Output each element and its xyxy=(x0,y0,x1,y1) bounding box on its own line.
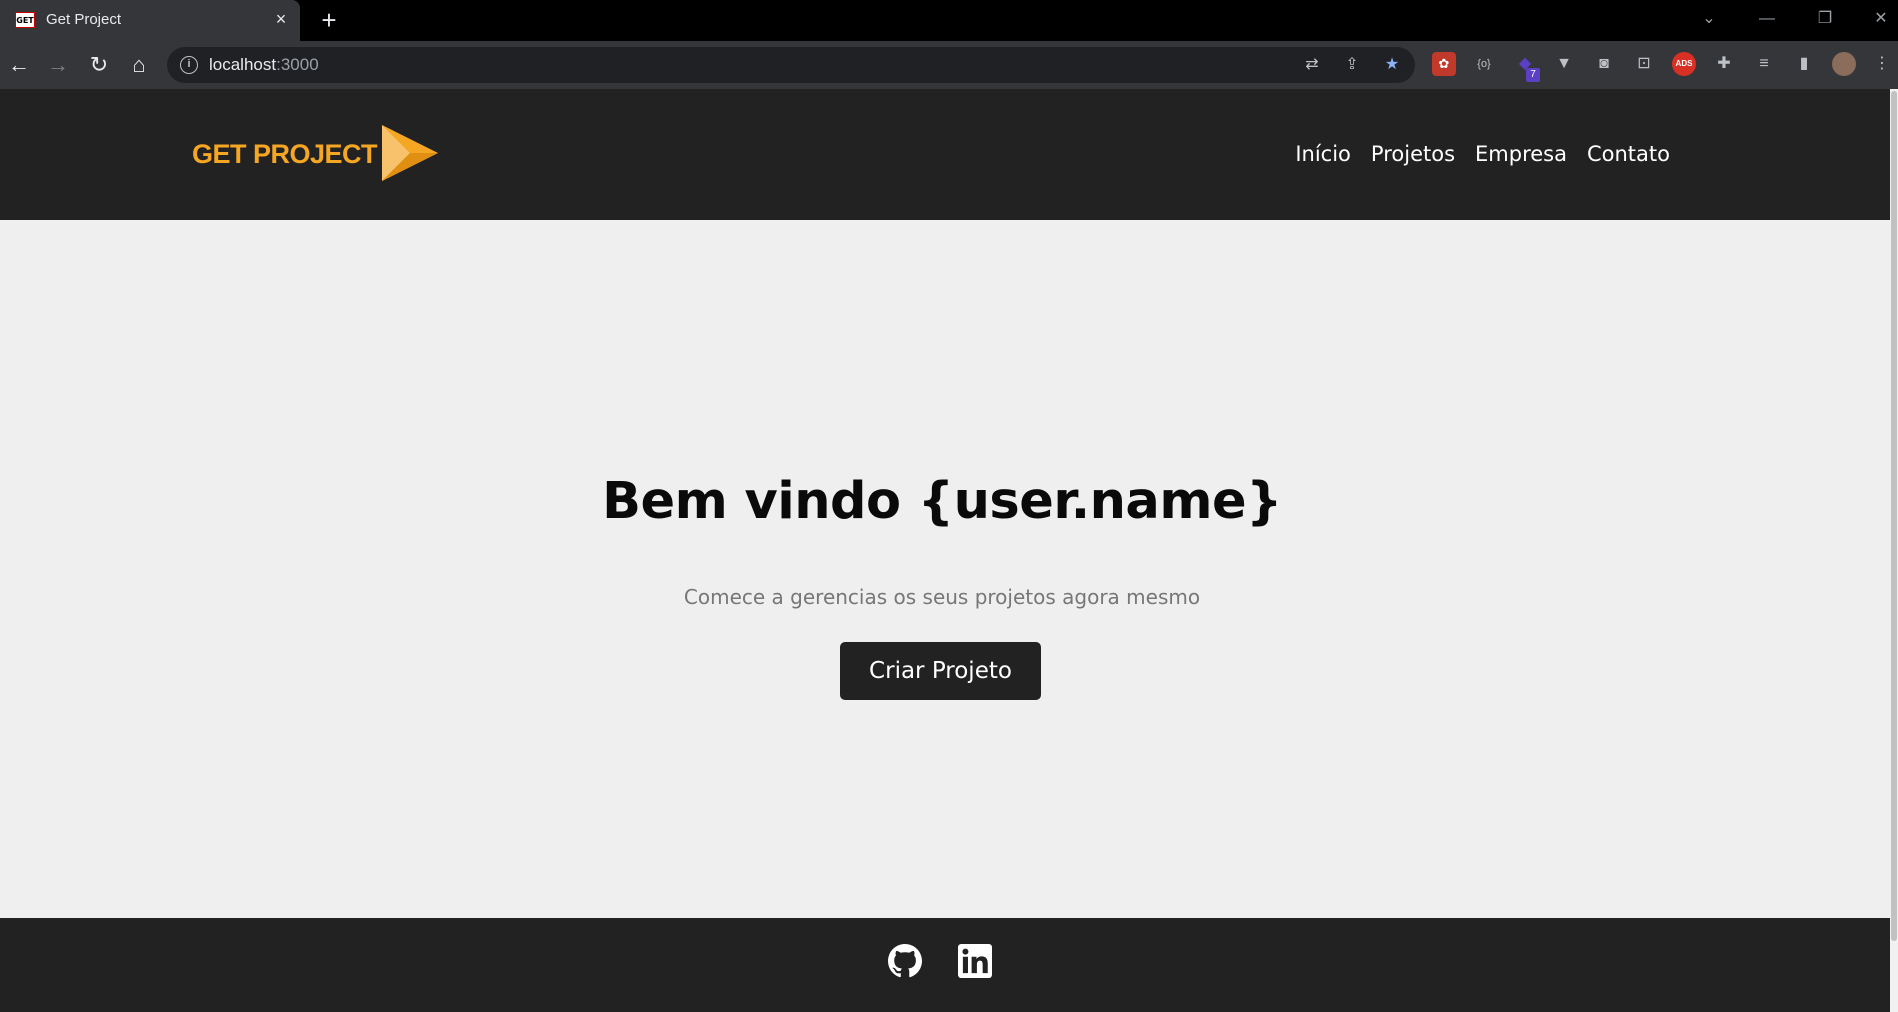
extension-badge: 7 xyxy=(1526,68,1540,82)
site-header: GET PROJECT Início Projetos Empresa Cont… xyxy=(0,89,1890,220)
favicon-icon: GET xyxy=(15,12,35,28)
minimize-button[interactable]: — xyxy=(1752,6,1782,32)
browser-tab[interactable]: GET Get Project × xyxy=(0,0,300,41)
logo-text: GET PROJECT xyxy=(192,139,378,169)
extension-brackets-icon[interactable]: {o} xyxy=(1472,52,1496,76)
tab-title: Get Project xyxy=(46,11,122,28)
tab-search-icon[interactable]: ⌄ xyxy=(1694,6,1724,32)
hero-subtitle: Comece a gerencias os seus projetos agor… xyxy=(683,585,1201,609)
screenshot-crop-icon[interactable]: ⊡ xyxy=(1632,52,1656,76)
linkedin-icon[interactable] xyxy=(958,944,992,978)
create-project-button[interactable]: Criar Projeto xyxy=(840,642,1041,700)
url-text[interactable]: localhost:3000 xyxy=(209,55,319,75)
scrollbar-thumb[interactable] xyxy=(1891,91,1897,941)
adblock-icon[interactable]: ADS xyxy=(1672,52,1696,76)
new-tab-button[interactable]: + xyxy=(315,6,343,34)
reload-button[interactable]: ↻ xyxy=(84,50,114,80)
address-bar[interactable]: i localhost:3000 ⇄ ⇪ ★ xyxy=(167,47,1415,83)
site-logo[interactable]: GET PROJECT xyxy=(192,125,442,181)
github-icon[interactable] xyxy=(888,944,922,978)
extension-v-icon[interactable]: ▼ xyxy=(1552,52,1576,76)
nav-link-contato[interactable]: Contato xyxy=(1587,142,1670,166)
camera-icon[interactable]: ◙ xyxy=(1592,52,1616,76)
browser-menu-icon[interactable]: ⋮ xyxy=(1872,52,1892,76)
browser-toolbar: ← → ↻ ⌂ i localhost:3000 ⇄ ⇪ ★ ✿ {o} ◆ 7… xyxy=(0,41,1898,89)
browser-tab-bar: GET Get Project × + ⌄ — ❐ ✕ xyxy=(0,0,1898,41)
site-footer xyxy=(0,918,1890,1012)
page-viewport: GET PROJECT Início Projetos Empresa Cont… xyxy=(0,89,1890,1012)
hero-section: Bem vindo {user.name} Comece a gerencias… xyxy=(0,220,1890,918)
bookmark-star-icon[interactable]: ★ xyxy=(1380,54,1404,76)
site-info-icon[interactable]: i xyxy=(180,56,198,74)
page-scrollbar[interactable] xyxy=(1890,89,1898,1012)
tab-close-button[interactable]: × xyxy=(270,8,292,30)
logo-arrow-icon xyxy=(382,125,438,181)
share-icon[interactable]: ⇪ xyxy=(1340,54,1364,76)
extensions-puzzle-icon[interactable]: ✚ xyxy=(1712,52,1736,76)
forward-button[interactable]: → xyxy=(43,50,73,80)
media-playlist-icon[interactable]: ≡ xyxy=(1752,52,1776,76)
back-button[interactable]: ← xyxy=(4,50,34,80)
main-nav: Início Projetos Empresa Contato xyxy=(1295,142,1670,166)
home-button[interactable]: ⌂ xyxy=(124,50,154,80)
nav-link-inicio[interactable]: Início xyxy=(1295,142,1351,166)
side-panel-icon[interactable]: ▮ xyxy=(1792,52,1816,76)
extension-red-icon[interactable]: ✿ xyxy=(1432,52,1456,76)
profile-avatar[interactable] xyxy=(1832,52,1856,76)
restore-button[interactable]: ❐ xyxy=(1810,6,1840,32)
close-window-button[interactable]: ✕ xyxy=(1866,6,1896,32)
page-title: Bem vindo {user.name} xyxy=(602,472,1282,531)
nav-link-projetos[interactable]: Projetos xyxy=(1371,142,1455,166)
nav-link-empresa[interactable]: Empresa xyxy=(1475,142,1567,166)
translate-icon[interactable]: ⇄ xyxy=(1300,54,1324,76)
